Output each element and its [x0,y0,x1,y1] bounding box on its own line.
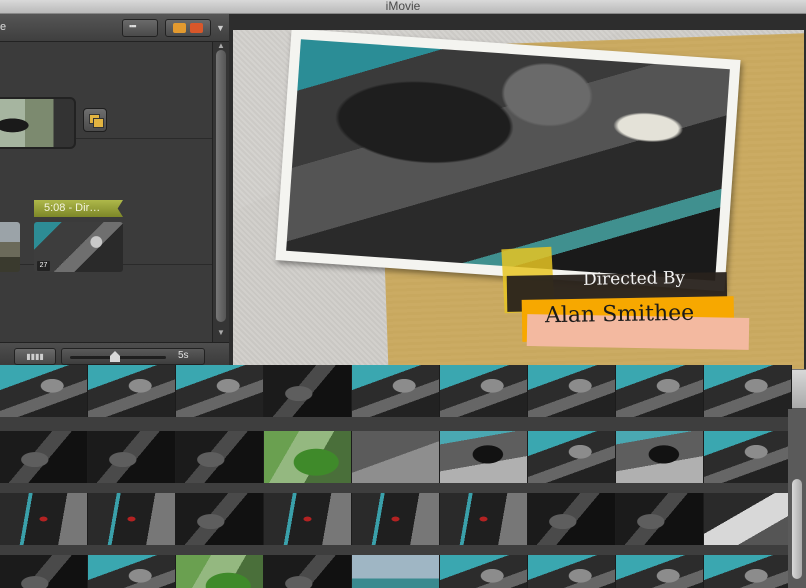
filmstrip-row[interactable] [0,493,792,545]
project-header: e ▼ [0,14,229,42]
filmstrip-frame[interactable] [440,431,528,483]
event-browser-scrollbar[interactable] [788,409,806,588]
filmstrip-frame[interactable] [704,493,792,545]
filmstrip-frame[interactable] [176,431,264,483]
video-preview[interactable]: Directed By Alan Smithee [233,30,804,369]
filmstrip-frame[interactable] [264,365,352,417]
filmstrip-frame[interactable] [264,431,352,483]
filmstrip-frame[interactable] [704,365,792,417]
project-scroll-thumb[interactable] [216,50,226,322]
filmstrip-frame[interactable] [88,555,176,588]
filmstrip-frame[interactable] [440,493,528,545]
credit-directed-by: Directed By [582,268,686,290]
slider-knob[interactable] [110,351,120,362]
filmstrip-frame[interactable] [440,555,528,588]
filmstrip-frame[interactable] [528,365,616,417]
filmstrip-frame[interactable] [88,431,176,483]
project-pane: e ▼ 5:08 - Dir… 27 ▲ ▼ ▮▮▮▮ 5s [0,14,229,369]
filmstrip-frame[interactable] [616,365,704,417]
filmstrip-frame[interactable] [616,555,704,588]
filmstrip-row[interactable] [0,555,792,588]
filmstrip-frame[interactable] [88,365,176,417]
filmstrip-row[interactable] [0,365,792,417]
filmstrip-row[interactable] [0,431,792,483]
scroll-down-icon[interactable]: ▼ [217,328,225,337]
filmstrip-frame[interactable] [352,493,440,545]
filmstrip-frame[interactable] [440,365,528,417]
filmstrip-frame[interactable] [0,365,88,417]
filmstrip-frame[interactable] [176,555,264,588]
viewer-pane: Directed By Alan Smithee [229,14,806,369]
project-scrollbar[interactable]: ▲ ▼ [212,41,229,342]
project-header-title: e [0,21,7,33]
comments-button[interactable] [165,19,211,37]
project-storyboard: 5:08 - Dir… 27 [0,42,212,342]
filmstrip-frame[interactable] [176,493,264,545]
filmstrip-frame[interactable] [528,493,616,545]
comment-icon [173,23,186,33]
filmstrip-frame[interactable] [0,431,88,483]
window-title: iMovie [385,0,421,13]
clip-duration-badge: 27 [37,261,50,271]
window-titlebar: iMovie [0,0,806,14]
filmstrip-frame[interactable] [528,555,616,588]
chevron-down-icon[interactable]: ▼ [216,23,225,33]
filmstrip-frame[interactable] [88,493,176,545]
event-browser-scroll-thumb[interactable] [792,479,802,579]
project-clip-thumbnail[interactable] [0,97,76,149]
filmstrip-frame[interactable] [352,365,440,417]
scroll-up-icon[interactable]: ▲ [217,41,225,50]
filmstrip-frame[interactable] [616,493,704,545]
engine-photo-image [286,39,730,281]
audio-waveform-button[interactable]: ▮▮▮▮ [14,348,56,365]
chapter-marker-icon [190,23,203,33]
filmstrip-frame[interactable] [264,555,352,588]
filmstrip-frame[interactable] [0,555,88,588]
title-clip-tag[interactable]: 5:08 - Dir… [34,200,123,217]
filmstrip-frame[interactable] [0,493,88,545]
filmstrip-frame[interactable] [528,431,616,483]
filmstrip-frame[interactable] [176,365,264,417]
filmstrip-frame[interactable] [704,431,792,483]
credit-director-name: Alan Smithee [544,300,695,329]
event-browser [0,365,806,588]
filmstrip-frame[interactable] [704,555,792,588]
project-clip-thumbnail[interactable] [0,222,20,272]
filmstrip-frame[interactable] [352,431,440,483]
filmstrip-frame[interactable] [264,493,352,545]
title-clip-label: 5:08 - Dir… [44,202,101,214]
project-overlay-button[interactable] [83,108,107,132]
clip-size-value: 5s [178,350,189,361]
filmstrip-frame[interactable] [352,555,440,588]
clip-size-slider[interactable]: 5s [61,348,205,365]
project-view-options-button[interactable] [122,19,158,37]
filmstrip-frame[interactable] [616,431,704,483]
